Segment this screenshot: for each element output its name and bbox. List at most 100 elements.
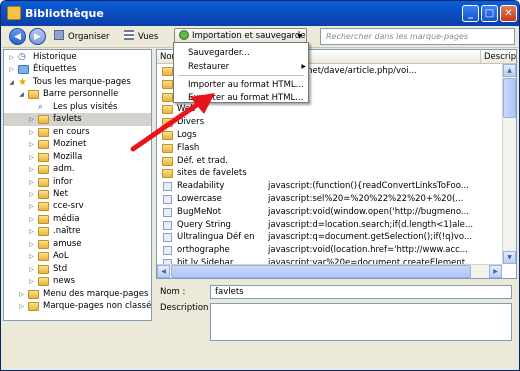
list-item[interactable]: Query String javascript:d=location.search…	[157, 219, 502, 232]
scroll-thumb[interactable]	[503, 78, 516, 118]
expand-toggle-icon[interactable]: ▷	[28, 154, 35, 161]
tree-item[interactable]: ▷ Mozinet	[4, 138, 151, 151]
expand-toggle-icon[interactable]: ▷	[18, 303, 25, 310]
expand-toggle-icon[interactable]: ▷	[28, 228, 35, 235]
details-pane: Nom : favlets Description :	[156, 281, 517, 367]
expand-toggle-icon[interactable]: ▷	[28, 241, 35, 248]
expand-toggle-icon[interactable]: ▷	[28, 141, 35, 148]
scroll-up-button[interactable]: ▲	[503, 64, 516, 77]
folder-icon	[38, 165, 49, 175]
folder-icon	[162, 105, 173, 115]
maximize-button[interactable]: □	[481, 5, 498, 22]
folder-icon	[38, 239, 49, 249]
folder-icon	[38, 152, 49, 162]
tree-item[interactable]: ▷ Std	[4, 263, 151, 276]
column-header-description[interactable]: Description	[481, 50, 516, 64]
expand-toggle-icon[interactable]: ▷	[28, 116, 35, 123]
tree-item[interactable]: ▷ média	[4, 213, 151, 226]
tree-item[interactable]: ▷ infor	[4, 176, 151, 189]
expand-toggle-icon[interactable]: ▷	[8, 66, 15, 73]
folder-icon	[162, 67, 173, 76]
tree-item[interactable]: ▷ adm.	[4, 163, 151, 176]
folder-icon	[38, 189, 49, 199]
menu-item-restore[interactable]: Restaurer ▶	[188, 61, 306, 73]
close-button[interactable]: ✕	[500, 5, 517, 22]
list-item[interactable]: Flash	[157, 142, 502, 155]
folder-icon	[162, 143, 173, 153]
tree-item[interactable]: ▷ Marque-pages non classés	[4, 300, 151, 313]
tree-item-label: adm.	[53, 164, 75, 175]
name-field[interactable]: favlets	[210, 285, 512, 299]
tree-item[interactable]: ◢ Barre personnelle	[4, 88, 151, 101]
search-input[interactable]: Rechercher dans les marque-pages	[320, 28, 515, 45]
tree-item[interactable]: ⌕ Les plus visités	[4, 101, 151, 114]
tree-item[interactable]: ▷ Mozilla	[4, 151, 151, 164]
tree-item[interactable]: ▷ Étiquettes	[4, 63, 151, 76]
horizontal-scroll-thumb[interactable]	[171, 265, 471, 278]
bookmark-icon	[163, 182, 172, 192]
list-item[interactable]: Ultralingua Déf en javascript:q=document.…	[157, 231, 502, 244]
folder-icon	[162, 118, 173, 128]
description-field[interactable]	[210, 303, 512, 341]
expand-toggle-icon[interactable]: ▷	[28, 203, 35, 210]
expand-toggle-icon[interactable]: ▷	[28, 253, 35, 260]
expand-toggle-icon[interactable]: ▷	[28, 179, 35, 186]
menu-item-backup[interactable]: Sauvegarder...	[188, 47, 250, 59]
tree-item[interactable]: ▷ Menu des marque-pages	[4, 288, 151, 301]
list-item[interactable]: Lowercase javascript:sel%20=%20%22%22%20+…	[157, 193, 502, 206]
list-item[interactable]: BugMeNot javascript:void(window.open('htt…	[157, 206, 502, 219]
back-button[interactable]: ◀	[9, 28, 26, 45]
tree-item-label: Tous les marque-pages	[33, 76, 131, 87]
tree-item[interactable]: ▷ Net	[4, 188, 151, 201]
expand-toggle-icon[interactable]: ▷	[28, 166, 35, 173]
bookmark-tree[interactable]: ▷ ◷ Historique ▷ Étiquettes ◢ ★ Tous les marque…	[3, 49, 152, 321]
expand-toggle-icon[interactable]: ▷	[18, 291, 25, 298]
list-item[interactable]: Déf. et trad.	[157, 155, 502, 168]
vertical-scrollbar[interactable]: ▲ ▼	[502, 64, 516, 264]
list-item[interactable]: Divers	[157, 116, 502, 129]
expand-toggle-icon[interactable]: ▷	[28, 278, 35, 285]
folder-icon	[38, 277, 49, 287]
tree-item[interactable]: ▷ cce-srv	[4, 200, 151, 213]
expand-toggle-icon[interactable]: ▷	[28, 129, 35, 136]
horizontal-scrollbar[interactable]: ◀ ▶	[157, 264, 502, 278]
tree-item-label: cce-srv	[53, 201, 84, 212]
organize-button[interactable]: Organiser	[54, 30, 110, 45]
expand-toggle-icon[interactable]: ▷	[28, 216, 35, 223]
tree-item-label: AoL	[53, 251, 69, 262]
folder-icon	[162, 131, 173, 140]
tree-item[interactable]: ▷ ◷ Historique	[4, 51, 151, 64]
list-item[interactable]: Web	[157, 103, 502, 116]
collapse-toggle-icon[interactable]: ◢	[18, 91, 25, 98]
tree-item[interactable]: ◢ ★ Tous les marque-pages	[4, 76, 151, 89]
scroll-down-button[interactable]: ▼	[503, 251, 516, 264]
expand-toggle-icon[interactable]: ▷	[28, 191, 35, 198]
forward-button[interactable]: ▶	[29, 28, 46, 45]
tree-item[interactable]: ▷ AoL	[4, 250, 151, 263]
scroll-left-button[interactable]: ◀	[157, 265, 170, 278]
history-icon: ◷	[18, 52, 26, 62]
expand-toggle-icon[interactable]: ▷	[8, 54, 15, 61]
expand-toggle-icon[interactable]: ▷	[28, 266, 35, 273]
folder-icon	[38, 140, 49, 150]
list-item-location: javascript:sel%20=%20%22%22%20+%20(...	[268, 194, 464, 204]
minimize-button[interactable]: _	[462, 5, 479, 22]
scroll-right-button[interactable]: ▶	[489, 265, 502, 278]
title-bar[interactable]: Bibliothèque _ □ ✕	[1, 1, 519, 26]
list-item-location: javascript:void(window.open('http://bugm…	[268, 206, 469, 217]
tree-item[interactable]: ▷ en cours	[4, 126, 151, 139]
tree-item[interactable]: ▷ amuse	[4, 238, 151, 251]
tree-item[interactable]: ▷ favlets	[4, 113, 151, 127]
tree-item[interactable]: ▷ news	[4, 275, 151, 288]
menu-item-import-html[interactable]: Importer au format HTML...	[188, 79, 304, 91]
list-item[interactable]: Readability javascript:(function(){readCo…	[157, 180, 502, 193]
tree-item-label: Étiquettes	[33, 64, 77, 75]
collapse-toggle-icon[interactable]: ◢	[8, 79, 15, 86]
tree-item[interactable]: ▷ .naître	[4, 225, 151, 238]
views-button[interactable]: Vues	[124, 30, 158, 45]
list-item[interactable]: sites de favelets	[157, 167, 502, 180]
list-item[interactable]: Logs	[157, 129, 502, 142]
menu-item-export-html[interactable]: Exporter au format HTML...	[188, 92, 303, 104]
list-item-name: Web	[177, 104, 196, 115]
list-item[interactable]: orthographe javascript:void(location.href…	[157, 244, 502, 257]
